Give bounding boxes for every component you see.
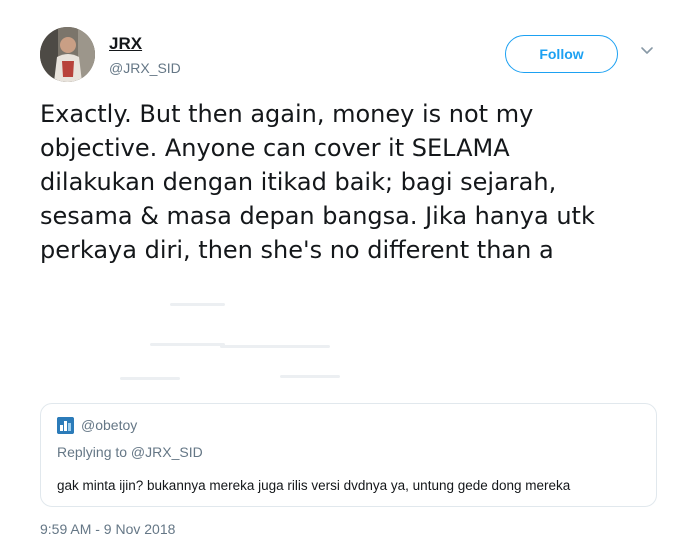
display-name[interactable]: JRX (109, 34, 142, 54)
tweet-text-line: Exactly. But then again, money is not my (40, 100, 534, 128)
tweet-timestamp[interactable]: 9:59 AM - 9 Nov 2018 (40, 521, 175, 537)
follow-button[interactable]: Follow (505, 35, 618, 73)
avatar-image (40, 27, 95, 82)
faded-text-region (40, 285, 660, 395)
tweet-text-line: objective. Anyone can cover it SELAMA (40, 134, 510, 162)
chevron-down-icon[interactable] (640, 45, 654, 57)
tweet-text-line: dilakukan dengan itikad baik; bagi sejar… (40, 168, 557, 196)
user-badge-icon (57, 417, 74, 434)
quoted-tweet[interactable]: @obetoy Replying to @JRX_SID gak minta i… (40, 403, 657, 507)
tweet-text-line: perkaya diri, then she's no different th… (40, 236, 554, 264)
avatar[interactable] (40, 27, 95, 82)
user-handle[interactable]: @JRX_SID (109, 60, 181, 76)
quoted-username[interactable]: @obetoy (81, 417, 137, 433)
tweet-text: Exactly. But then again, money is not my… (40, 97, 660, 267)
tweet-text-line: sesama & masa depan bangsa. Jika hanya u… (40, 202, 595, 230)
quoted-tweet-text: gak minta ijin? bukannya mereka juga ril… (57, 478, 571, 493)
replying-to[interactable]: Replying to @JRX_SID (57, 444, 203, 460)
